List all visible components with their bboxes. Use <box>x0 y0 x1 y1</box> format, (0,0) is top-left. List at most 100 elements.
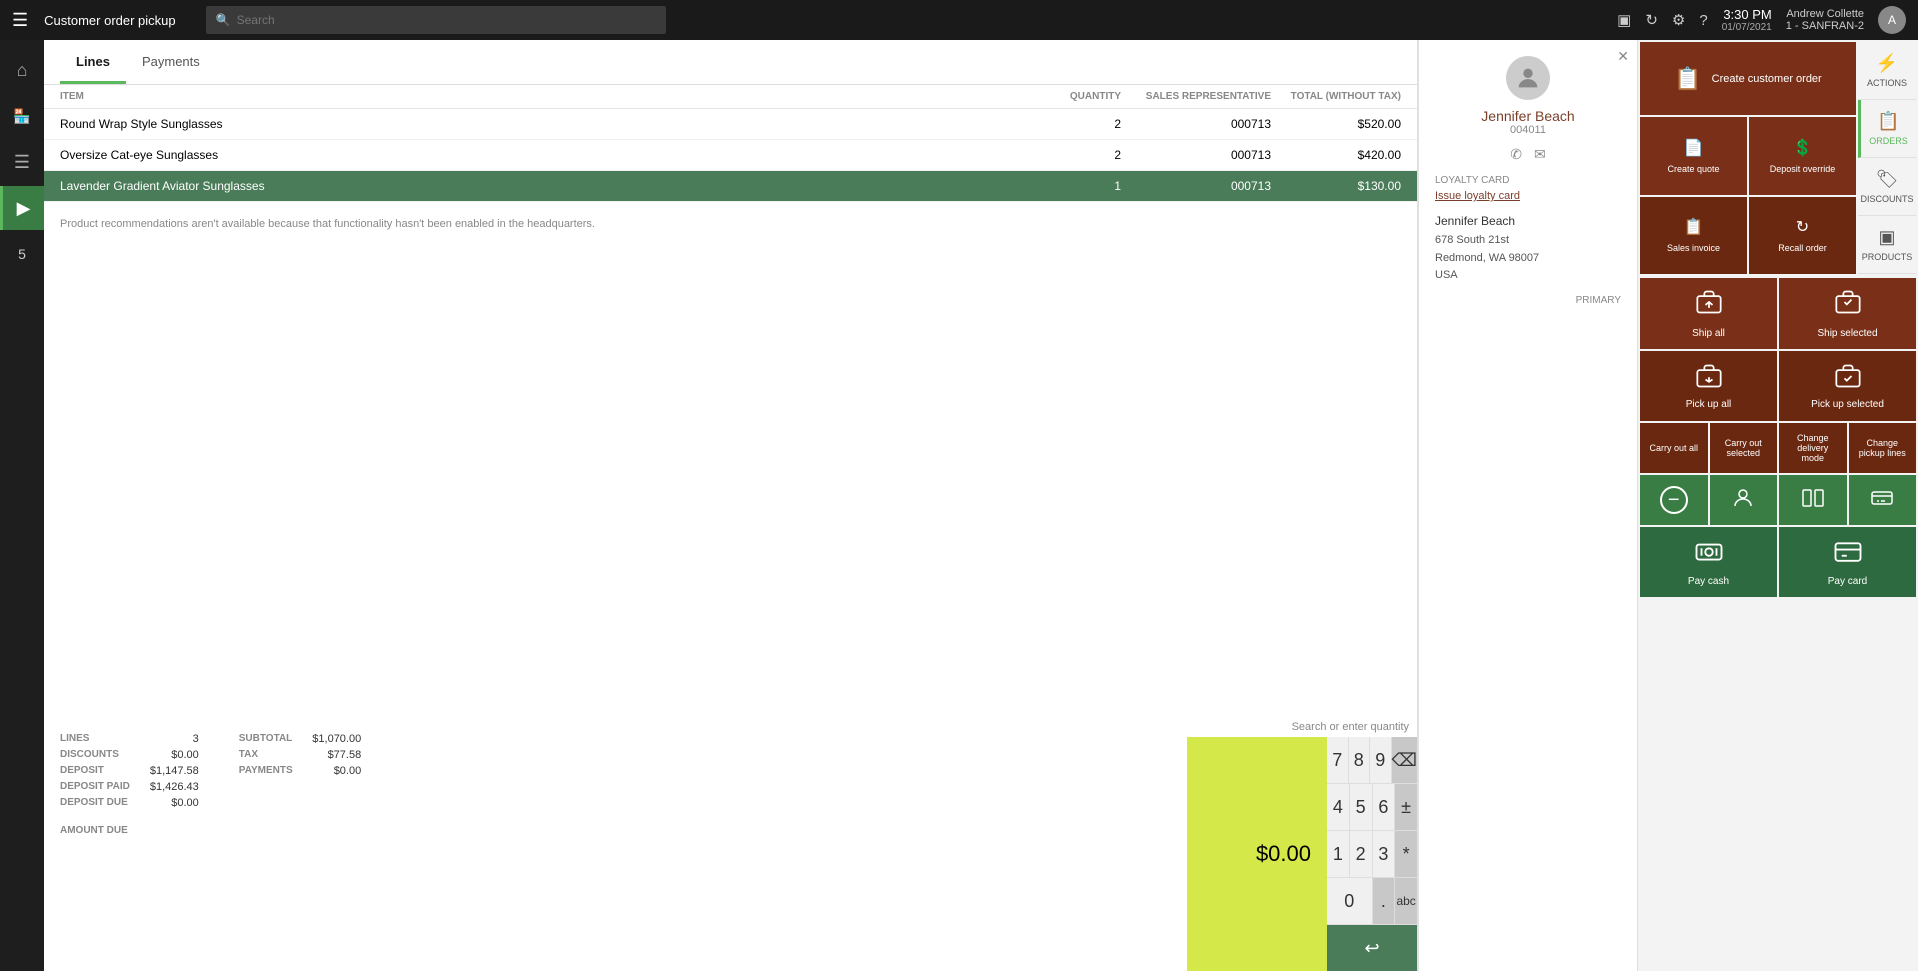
badge-label: 5 <box>18 246 26 262</box>
right-panel: 📋 Create customer order 📄 Create quote 💲… <box>1638 40 1918 971</box>
pick-up-all-button[interactable]: Pick up all <box>1640 351 1777 421</box>
deposit-override-button[interactable]: 💲 Deposit override <box>1749 117 1856 194</box>
chat-icon[interactable]: ▣ <box>1617 11 1631 29</box>
numpad-9[interactable]: 9 <box>1370 737 1391 783</box>
sidebar-item-home[interactable]: ⌂ <box>0 48 44 92</box>
item-qty: 2 <box>1041 148 1121 162</box>
numpad-plusminus[interactable]: ± <box>1395 784 1417 830</box>
amount-display: $0.00 <box>1187 737 1327 971</box>
card-icon-button[interactable] <box>1849 475 1917 525</box>
col-quantity: QUANTITY <box>1041 91 1121 102</box>
numpad-6[interactable]: 6 <box>1373 784 1395 830</box>
suspend-icon-button[interactable] <box>1779 475 1847 525</box>
item-name: Round Wrap Style Sunglasses <box>60 117 1041 131</box>
create-quote-label: Create quote <box>1667 164 1719 174</box>
item-rep: 000713 <box>1121 148 1271 162</box>
deposit-paid-value: $1,426.43 <box>150 781 199 793</box>
create-quote-button[interactable]: 📄 Create quote <box>1640 117 1747 194</box>
topbar-right: ▣ ↻ ⚙ ? 3:30 PM 01/07/2021 Andrew Collet… <box>1617 6 1906 34</box>
search-bar[interactable]: 🔍 <box>206 6 666 34</box>
table-row[interactable]: Oversize Cat-eye Sunglasses 2 000713 $42… <box>44 140 1417 171</box>
close-icon[interactable]: ✕ <box>1617 48 1629 65</box>
recall-order-button[interactable]: ↻ Recall order <box>1749 197 1856 274</box>
customer-address: 678 South 21st Redmond, WA 98007 USA <box>1435 232 1621 285</box>
cash-icon <box>1694 537 1724 570</box>
actions-label: ACTIONS <box>1867 78 1907 88</box>
numpad-4[interactable]: 4 <box>1327 784 1349 830</box>
search-input[interactable] <box>237 13 656 27</box>
change-pickup-lines-button[interactable]: Change pickup lines <box>1849 423 1917 473</box>
search-icon: 🔍 <box>216 13 231 27</box>
table-row[interactable]: Round Wrap Style Sunglasses 2 000713 $52… <box>44 109 1417 140</box>
menu-icon[interactable]: ☰ <box>12 10 28 31</box>
customer-icon <box>1731 486 1755 515</box>
carry-out-all-button[interactable]: Carry out all <box>1640 423 1708 473</box>
numpad-decimal[interactable]: . <box>1373 878 1395 924</box>
item-name: Oversize Cat-eye Sunglasses <box>60 148 1041 162</box>
pay-card-button[interactable]: Pay card <box>1779 527 1916 597</box>
tab-payments[interactable]: Payments <box>126 40 216 84</box>
customer-address-name: Jennifer Beach <box>1435 214 1621 228</box>
numpad-2[interactable]: 2 <box>1350 831 1372 877</box>
pick-up-selected-button[interactable]: Pick up selected <box>1779 351 1916 421</box>
lines-value: 3 <box>193 733 199 745</box>
numpad-7[interactable]: 7 <box>1327 737 1348 783</box>
issue-loyalty-card-link[interactable]: Issue loyalty card <box>1435 190 1621 202</box>
products-icon: ▣ <box>1878 227 1895 248</box>
sales-invoice-button[interactable]: 📋 Sales invoice <box>1640 197 1747 274</box>
numpad-1[interactable]: 1 <box>1327 831 1349 877</box>
numpad-5[interactable]: 5 <box>1350 784 1372 830</box>
ship-selected-button[interactable]: Ship selected <box>1779 278 1916 349</box>
carry-out-selected-button[interactable]: Carry out selected <box>1710 423 1778 473</box>
help-icon[interactable]: ? <box>1699 12 1707 29</box>
numpad-multiply[interactable]: * <box>1395 831 1417 877</box>
suspend-icon <box>1801 486 1825 515</box>
sidebar-item-pos[interactable]: ▶ <box>0 186 44 230</box>
carry-out-selected-label: Carry out selected <box>1716 438 1772 458</box>
actions-side-button[interactable]: ⚡ ACTIONS <box>1858 42 1916 100</box>
orders-side-button[interactable]: 📋 ORDERS <box>1858 100 1916 158</box>
tab-lines[interactable]: Lines <box>60 40 126 84</box>
qty-label: Search or enter quantity <box>1187 717 1417 737</box>
pay-card-label: Pay card <box>1828 576 1867 587</box>
primary-badge: PRIMARY <box>1576 295 1621 306</box>
numpad-abc[interactable]: abc <box>1395 878 1417 924</box>
change-delivery-mode-button[interactable]: Change delivery mode <box>1779 423 1847 473</box>
sidebar-item-menu[interactable]: ☰ <box>0 140 44 184</box>
sidebar-item-store[interactable]: 🏪 <box>0 94 44 138</box>
numpad-backspace[interactable]: ⌫ <box>1392 737 1417 783</box>
settings-icon[interactable]: ⚙ <box>1672 11 1685 29</box>
refresh-icon[interactable]: ↻ <box>1645 11 1658 29</box>
col-item: ITEM <box>60 91 1041 102</box>
carry-out-all-label: Carry out all <box>1649 443 1698 453</box>
deposit-due-label: DEPOSIT DUE <box>60 797 128 809</box>
lines-label: LINES <box>60 733 89 745</box>
table-row-selected[interactable]: Lavender Gradient Aviator Sunglasses 1 0… <box>44 171 1417 202</box>
pickup-selected-icon <box>1834 362 1862 393</box>
numpad-8[interactable]: 8 <box>1349 737 1370 783</box>
products-label: PRODUCTS <box>1862 252 1913 262</box>
customer-panel: ✕ Jennifer Beach 004011 ✆ ✉ LOYALTY CARD… <box>1418 40 1638 971</box>
create-customer-order-button[interactable]: 📋 Create customer order <box>1640 42 1856 115</box>
avatar[interactable]: A <box>1878 6 1906 34</box>
discounts-side-button[interactable]: 🏷 DISCOUNTS <box>1858 158 1916 216</box>
numpad-section: Search or enter quantity $0.00 7 8 9 ⌫ <box>1187 717 1417 971</box>
products-side-button[interactable]: ▣ PRODUCTS <box>1858 216 1916 274</box>
numpad-3[interactable]: 3 <box>1373 831 1395 877</box>
sidebar-item-badge[interactable]: 5 <box>0 232 44 276</box>
pay-cash-button[interactable]: Pay cash <box>1640 527 1777 597</box>
phone-icon[interactable]: ✆ <box>1510 146 1522 163</box>
numpad-enter[interactable]: ↩ <box>1327 925 1417 971</box>
bottom-area: LINES 3 DISCOUNTS $0.00 DEPOSIT $1,147.5… <box>44 717 1417 971</box>
ship-all-button[interactable]: Ship all <box>1640 278 1777 349</box>
ship-selected-label: Ship selected <box>1817 328 1877 339</box>
numpad-0[interactable]: 0 <box>1327 878 1372 924</box>
user-icon-button[interactable] <box>1710 475 1778 525</box>
deposit-due-value: $0.00 <box>171 797 199 809</box>
discount-icon-button[interactable]: − <box>1640 475 1708 525</box>
user-store: 1 - SANFRAN-2 <box>1786 20 1864 32</box>
orders-label: ORDERS <box>1869 136 1908 146</box>
amount-due-label: AMOUNT DUE <box>60 825 128 836</box>
table-header: ITEM QUANTITY SALES REPRESENTATIVE TOTAL… <box>44 85 1417 109</box>
email-icon[interactable]: ✉ <box>1534 146 1546 163</box>
